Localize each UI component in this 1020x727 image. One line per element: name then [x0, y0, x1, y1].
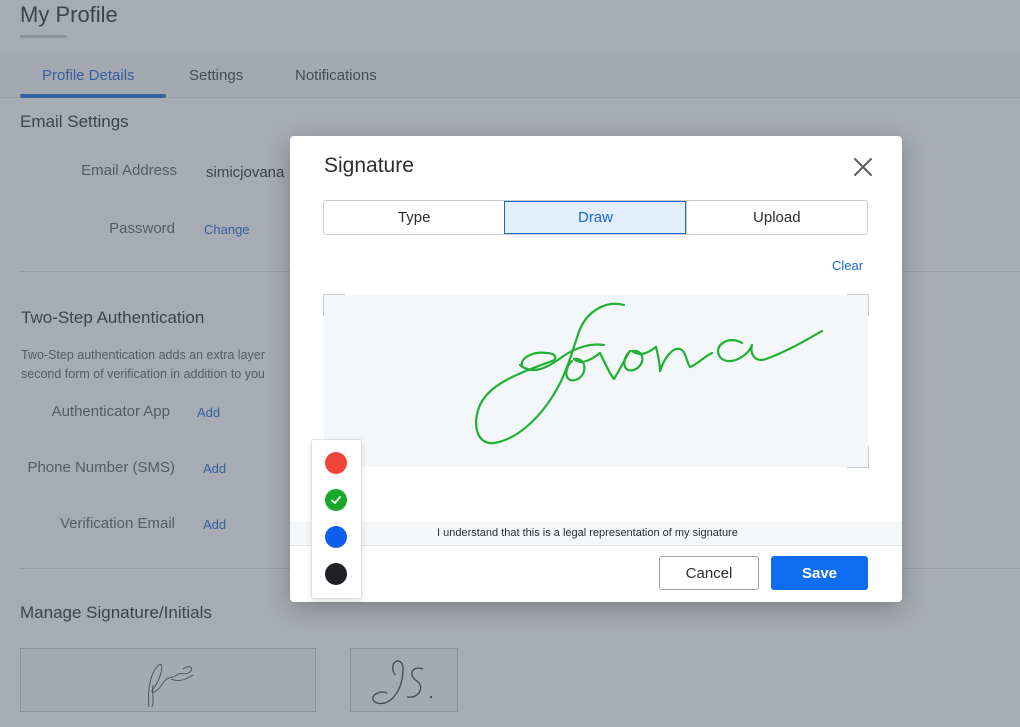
close-icon — [854, 158, 872, 176]
clear-button[interactable]: Clear — [832, 258, 863, 273]
signature-modal: Signature Type Draw Upload Clear I under… — [290, 136, 902, 602]
ink-color-picker — [311, 439, 362, 599]
drawn-signature — [475, 302, 824, 445]
signature-draw-canvas[interactable] — [323, 294, 869, 468]
color-swatch-red[interactable] — [325, 452, 347, 474]
close-button[interactable] — [850, 154, 876, 180]
tab-upload[interactable]: Upload — [685, 201, 867, 234]
color-swatch-blue[interactable] — [325, 526, 347, 548]
consent-bar: I understand that this is a legal repres… — [290, 522, 902, 546]
save-button[interactable]: Save — [771, 556, 868, 590]
color-swatch-green[interactable] — [325, 489, 347, 511]
modal-title: Signature — [324, 154, 414, 177]
check-icon — [331, 496, 341, 504]
tab-draw[interactable]: Draw — [504, 201, 686, 234]
consent-text: I understand that this is a legal repres… — [437, 527, 738, 539]
tab-type[interactable]: Type — [324, 201, 504, 234]
color-swatch-black[interactable] — [325, 563, 347, 585]
cancel-button[interactable]: Cancel — [659, 556, 759, 590]
signature-mode-selector: Type Draw Upload — [323, 200, 868, 235]
